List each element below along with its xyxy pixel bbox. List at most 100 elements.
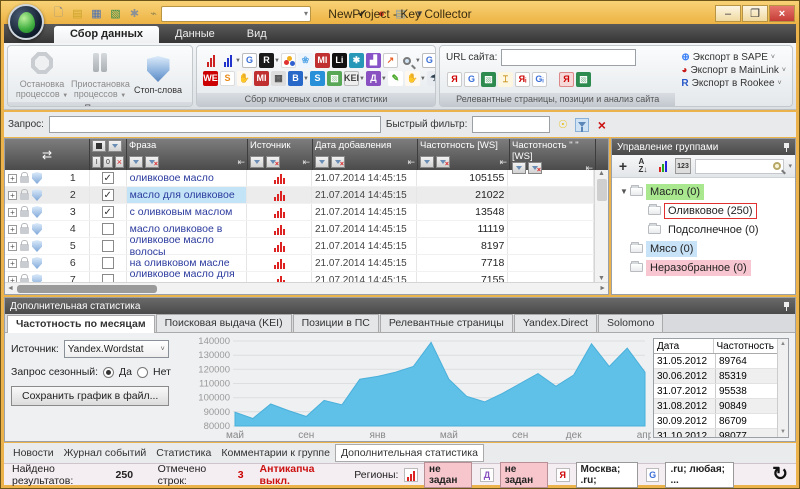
grid-horizontal-scrollbar[interactable]: ◄► <box>5 282 608 294</box>
keyword-tool-icon[interactable]: ▧ <box>481 72 496 87</box>
region-chip[interactable]: не задан <box>424 462 472 488</box>
tree-item-label[interactable]: Неразобранное (0) <box>646 260 751 276</box>
source-select[interactable]: Yandex.Wordstat˅ <box>64 340 169 358</box>
lock-icon[interactable] <box>20 278 29 282</box>
column-filter-clear-button[interactable]: × <box>145 156 159 168</box>
sort-az-icon[interactable]: AZ↓ <box>635 158 651 174</box>
stats-tab-3[interactable]: Релевантные страницы <box>380 314 513 332</box>
column-filter-button[interactable] <box>512 162 526 174</box>
ribbon-tab-Вид[interactable]: Вид <box>231 26 283 43</box>
ribbon-tab-Данные[interactable]: Данные <box>159 26 231 43</box>
keyword-tool-icon[interactable]: Я <box>559 72 574 87</box>
refresh-button[interactable]: ↻ <box>772 468 788 482</box>
check-filter-button[interactable] <box>108 140 122 152</box>
keyword-tool-icon[interactable]: ✋ <box>237 71 252 86</box>
close-button[interactable]: × <box>769 5 795 22</box>
lock-icon[interactable] <box>20 261 29 268</box>
keyword-tool-icon[interactable]: ☂ <box>427 71 436 86</box>
phrase-cell[interactable]: масло для оливковое <box>127 187 248 203</box>
keyword-tool-icon[interactable]: Я <box>447 72 462 87</box>
keyword-tool-icon[interactable]: MI <box>254 71 269 86</box>
wand-icon[interactable]: ⌁ <box>146 7 161 21</box>
row-checkbox[interactable] <box>102 240 114 252</box>
filter-funnel-icon[interactable] <box>575 118 589 132</box>
quick-filter-input[interactable] <box>472 116 550 133</box>
keyword-tool-icon[interactable]: ▦ <box>271 71 286 86</box>
sort-color-icon[interactable] <box>655 158 671 174</box>
lock-icon[interactable] <box>20 193 29 200</box>
table-row[interactable]: + 6 на оливковом масле 21.07.2014 14:45:… <box>5 255 594 272</box>
grid-vertical-scrollbar[interactable]: ▲▼ <box>594 170 608 282</box>
stats-tab-4[interactable]: Yandex.Direct <box>514 314 597 332</box>
maximize-button[interactable]: ❐ <box>742 5 768 22</box>
tree-item-label[interactable]: Мясо (0) <box>646 241 697 257</box>
column-header[interactable]: Дата добавления×⇤ <box>313 139 418 170</box>
region-chip[interactable]: не задан <box>500 462 548 488</box>
keyword-tool-icon[interactable]: ✎ <box>388 71 403 86</box>
filter-clear-icon[interactable]: × <box>594 117 609 132</box>
keyword-tool-icon[interactable] <box>400 53 415 68</box>
keyword-tool-icon[interactable]: G <box>464 72 479 87</box>
expand-row-button[interactable]: + <box>8 242 17 251</box>
timer-icon[interactable]: ● <box>374 7 389 21</box>
keyword-tool-icon[interactable]: ✱ <box>349 53 364 68</box>
region-chip[interactable]: Москва; .ru; <box>576 462 638 488</box>
shield-icon[interactable] <box>32 172 42 184</box>
column-filter-button[interactable] <box>250 156 264 168</box>
confirm-icon[interactable]: ✔ <box>355 7 370 21</box>
mask-icon[interactable]: 123 <box>675 158 691 174</box>
keyword-tool-icon[interactable]: WE <box>203 71 218 86</box>
row-checkbox[interactable] <box>102 274 114 282</box>
export-rookee-button[interactable]: RЭкспорт в Rookee˅ <box>681 78 786 89</box>
keyword-tool-icon[interactable]: ▧ <box>327 71 342 86</box>
keyword-tool-icon[interactable]: Li <box>332 53 347 68</box>
column-header[interactable]: Источник×⇤ <box>248 139 313 170</box>
check-all-button[interactable] <box>92 140 106 152</box>
keyword-tool-icon[interactable] <box>281 53 296 68</box>
stats-tab-1[interactable]: Поисковая выдача (KEI) <box>156 314 292 332</box>
open-file-icon[interactable]: ▤ <box>70 7 85 21</box>
bottom-tab-2[interactable]: Статистика <box>151 445 216 461</box>
keyword-tool-icon[interactable]: S <box>220 71 235 86</box>
bottom-tab-4[interactable]: Дополнительная статистика <box>335 444 484 462</box>
stats-pin-icon[interactable] <box>783 302 790 311</box>
url-input[interactable] <box>501 49 636 66</box>
uncheck-all-button[interactable]: 0 <box>103 156 112 168</box>
keyword-tool-icon[interactable]: B <box>288 71 303 86</box>
bottom-tab-3[interactable]: Комментарии к группе <box>216 445 335 461</box>
expand-row-button[interactable]: + <box>8 259 17 268</box>
invert-check-button[interactable]: I <box>92 156 101 168</box>
tree-item[interactable]: ▼ Масло (0) <box>614 182 793 201</box>
export-mainlink-button[interactable]: ◕Экспорт в MainLink˅ <box>681 65 786 76</box>
expand-row-button[interactable]: + <box>8 174 17 183</box>
column-filter-button[interactable] <box>129 156 143 168</box>
table-row[interactable]: + 1 ✓ оливковое масло 21.07.2014 14:45:1… <box>5 170 594 187</box>
column-filter-clear-button[interactable]: × <box>266 156 280 168</box>
expand-row-button[interactable]: + <box>8 208 17 217</box>
tree-item[interactable]: Оливковое (250) <box>614 201 793 220</box>
stop-processes-button[interactable]: Остановка процессов ▼ <box>13 47 71 101</box>
query-input[interactable] <box>49 116 381 133</box>
filter-bulb-icon[interactable]: ☉ <box>555 117 570 132</box>
column-filter-button[interactable] <box>315 156 329 168</box>
stopwords-button[interactable]: Стоп-слова <box>129 53 187 95</box>
stats-tab-0[interactable]: Частотность по месяцам <box>7 315 155 333</box>
table-row[interactable]: + 2 ✓ масло для оливковое 21.07.2014 14:… <box>5 187 594 204</box>
group-search-input[interactable] <box>695 159 784 174</box>
column-header[interactable]: Частотность [WS]×⇤ <box>418 139 510 170</box>
row-checkbox[interactable] <box>102 257 114 269</box>
minimize-button[interactable]: – <box>715 5 741 22</box>
export-sape-button[interactable]: ⊕Экспорт в SAPE˅ <box>681 52 786 63</box>
row-checkbox[interactable]: ✓ <box>102 206 114 218</box>
keyword-tool-icon[interactable]: Gᵢ <box>532 72 547 87</box>
keyword-tool-icon[interactable]: Д <box>366 71 381 86</box>
tree-item[interactable]: Неразобранное (0) <box>614 258 793 277</box>
new-file-icon[interactable]: 🗋 <box>51 7 66 21</box>
tree-item-label[interactable]: Оливковое (250) <box>664 203 757 219</box>
expand-row-button[interactable]: + <box>8 225 17 234</box>
tree-item[interactable]: Подсолнечное (0) <box>614 220 793 239</box>
phrase-cell[interactable]: с оливковым маслом <box>127 204 248 220</box>
column-filter-button[interactable] <box>420 156 434 168</box>
ribbon-tab-Сбор данных[interactable]: Сбор данных <box>54 26 159 43</box>
row-checkbox[interactable]: ✓ <box>102 189 114 201</box>
